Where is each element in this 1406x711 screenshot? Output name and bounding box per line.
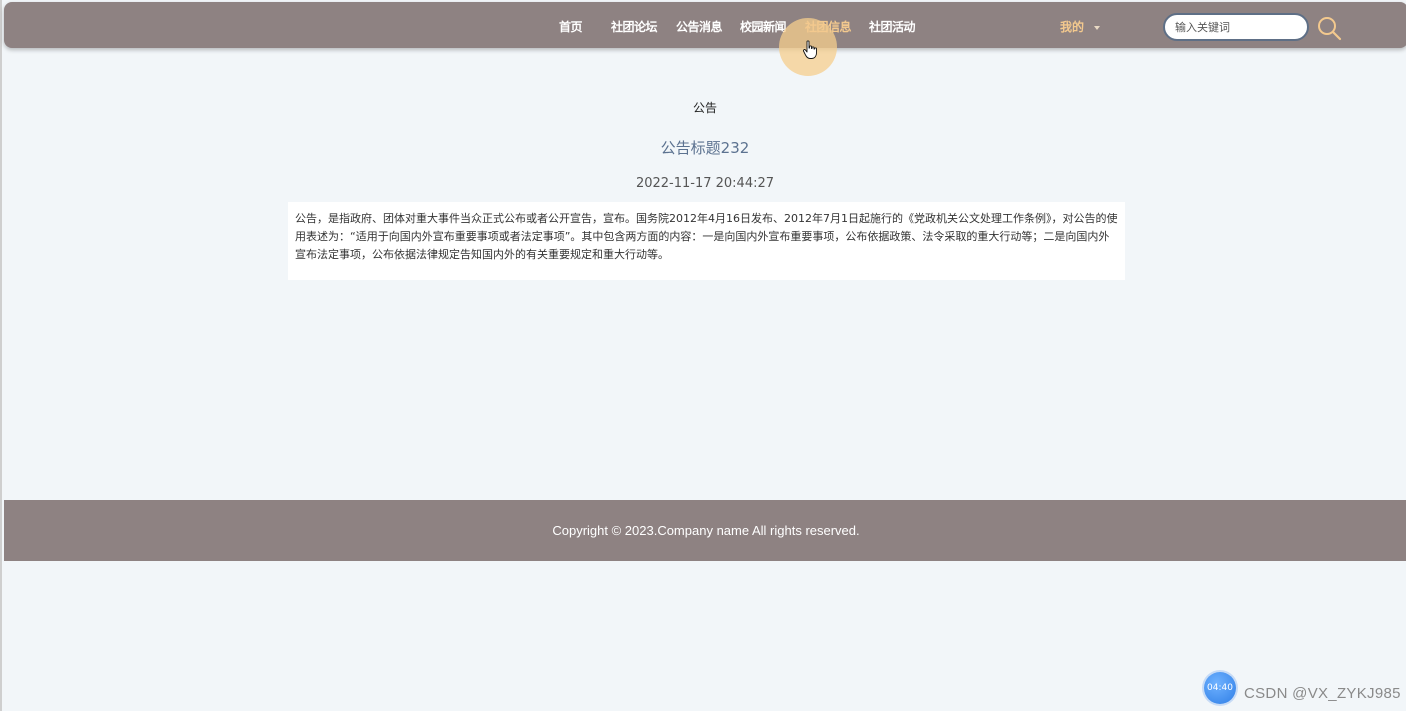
- chevron-down-icon: [1094, 25, 1101, 30]
- nav-item-club-info[interactable]: 社团信息: [805, 18, 852, 35]
- section-label: 公告: [692, 101, 717, 115]
- nav-mine-label: 我的: [1060, 20, 1085, 34]
- nav-item-club-forum[interactable]: 社团论坛: [611, 18, 658, 35]
- notice-title: 公告标题232: [660, 139, 750, 157]
- footer-copyright: Copyright © 2023.Company name All rights…: [552, 523, 860, 538]
- nav-item-club-activities[interactable]: 社团活动: [869, 18, 916, 35]
- search-icon[interactable]: [1316, 15, 1342, 41]
- page: 首页 社团论坛 公告消息 校园新闻 社团信息 社团活动 我的 公告 公告标题23…: [0, 0, 1406, 711]
- notice-content: 公告，是指政府、团体对重大事件当众正式公布或者公开宣告，宣布。国务院2012年4…: [288, 202, 1125, 280]
- watermark: CSDN @VX_ZYKJ985: [1244, 685, 1401, 702]
- hand-cursor-icon: [802, 40, 817, 59]
- nav-item-home[interactable]: 首页: [559, 18, 583, 35]
- notice-date: 2022-11-17 20:44:27: [635, 176, 775, 191]
- nav-item-campus-news[interactable]: 校园新闻: [740, 18, 787, 35]
- recording-timer-badge: 04:40: [1204, 672, 1236, 704]
- top-navbar: 首页 社团论坛 公告消息 校园新闻 社团信息 社团活动 我的: [4, 2, 1406, 76]
- footer: Copyright © 2023.Company name All rights…: [4, 500, 1406, 561]
- nav-item-mine[interactable]: 我的: [1060, 18, 1101, 35]
- nav-item-announcements[interactable]: 公告消息: [676, 18, 723, 35]
- search-input[interactable]: [1163, 13, 1309, 41]
